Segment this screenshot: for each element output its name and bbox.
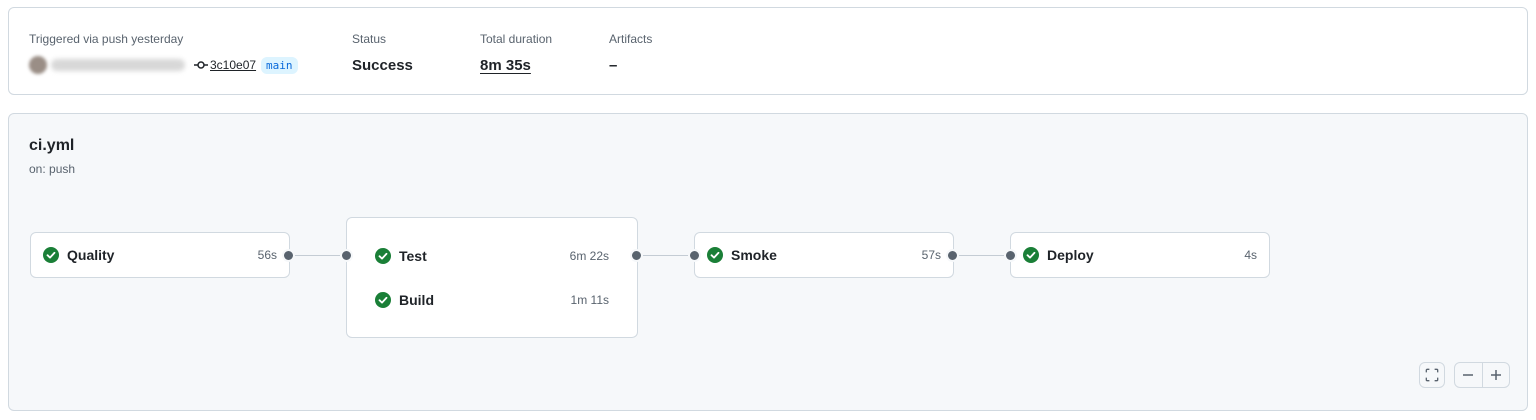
artifacts-label: Artifacts: [609, 32, 653, 46]
status-value: Success: [352, 57, 413, 74]
workflow-file-title: ci.yml: [29, 137, 75, 154]
screen-full-icon: [1425, 368, 1439, 382]
job-name: Test: [399, 248, 427, 264]
job-name: Quality: [67, 247, 115, 263]
duration-value[interactable]: 8m 35s: [480, 56, 552, 76]
status-label: Status: [352, 32, 387, 46]
connector-dot: [282, 249, 295, 262]
zoom-out-button[interactable]: [1455, 363, 1482, 387]
job-duration: 6m 22s: [569, 249, 609, 263]
artifacts-column: Artifacts –: [609, 32, 652, 76]
job-build[interactable]: Build 1m 11s: [363, 290, 621, 310]
job-duration: 4s: [1244, 248, 1257, 262]
connector-line: [640, 255, 694, 256]
duration-column: Total duration 8m 35s: [480, 32, 552, 76]
job-card-deploy[interactable]: Deploy 4s: [1010, 232, 1270, 278]
status-column: Status Success: [352, 32, 413, 76]
job-duration: 1m 11s: [570, 293, 609, 307]
run-summary: Triggered via push yesterday 3c10e07 mai…: [8, 7, 1528, 95]
commit-sha-link[interactable]: 3c10e07: [210, 58, 256, 72]
job-duration: 56s: [257, 248, 277, 262]
job-group-test-build: Test 6m 22s Build 1m 11s: [346, 217, 638, 338]
connector-dot: [688, 249, 701, 262]
connector-dot: [630, 249, 643, 262]
job-card-quality[interactable]: Quality 56s: [30, 232, 290, 278]
branch-badge[interactable]: main: [261, 56, 298, 74]
artifacts-value: –: [609, 57, 618, 74]
job-name: Build: [399, 292, 434, 308]
job-deploy[interactable]: Deploy 4s: [1011, 245, 1269, 265]
trigger-label: Triggered via push yesterday: [29, 32, 184, 46]
duration-label: Total duration: [480, 32, 553, 46]
connector-line: [956, 255, 1010, 256]
check-circle-fill-icon: [375, 292, 391, 308]
job-test[interactable]: Test 6m 22s: [363, 246, 621, 266]
check-circle-fill-icon: [375, 248, 391, 264]
check-circle-fill-icon: [707, 247, 723, 263]
check-circle-fill-icon: [43, 247, 59, 263]
fullscreen-button[interactable]: [1419, 362, 1445, 388]
avatar[interactable]: [29, 56, 47, 74]
connector-line: [292, 255, 346, 256]
job-card-smoke[interactable]: Smoke 57s: [694, 232, 954, 278]
connector-dot: [946, 249, 959, 262]
zoom-in-button[interactable]: [1481, 363, 1510, 387]
job-name: Deploy: [1047, 247, 1094, 263]
minus-icon: [1463, 374, 1474, 376]
check-circle-fill-icon: [1023, 247, 1039, 263]
trigger-column: Triggered via push yesterday: [29, 32, 183, 46]
plus-icon: [1490, 370, 1501, 380]
job-name: Smoke: [731, 247, 777, 263]
trigger-details: 3c10e07 main: [29, 55, 298, 75]
connector-dot: [340, 249, 353, 262]
zoom-controls: [1454, 362, 1510, 388]
job-duration: 57s: [921, 248, 941, 262]
actor-name-redacted[interactable]: [51, 59, 185, 71]
git-commit-icon: [193, 57, 209, 73]
job-quality[interactable]: Quality 56s: [31, 245, 289, 265]
workflow-graph: ci.yml on: push Quality 56s Test 6m 22s …: [8, 113, 1528, 411]
workflow-trigger: on: push: [29, 162, 76, 176]
job-smoke[interactable]: Smoke 57s: [695, 245, 953, 265]
connector-dot: [1004, 249, 1017, 262]
